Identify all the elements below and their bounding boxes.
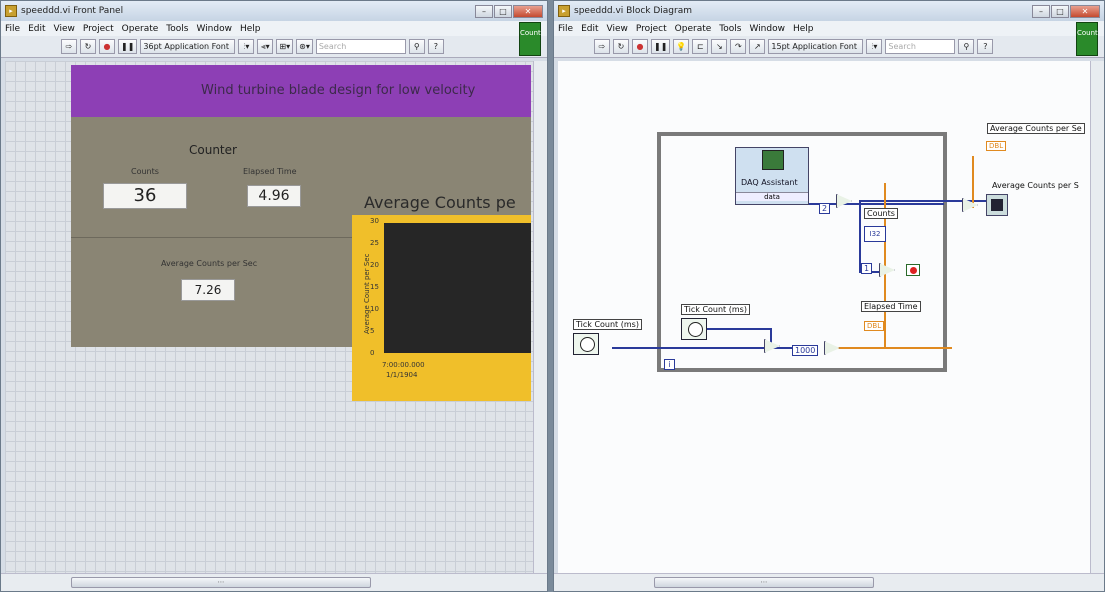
menu-project[interactable]: Project: [83, 24, 114, 34]
ytick: 25: [370, 239, 379, 247]
elapsed-time-label: Elapsed Time: [243, 167, 297, 176]
resize-icon[interactable]: ⊞▾: [276, 39, 294, 54]
menu-operate[interactable]: Operate: [122, 24, 159, 34]
search-icon[interactable]: ⚲: [408, 39, 425, 54]
menu-view[interactable]: View: [54, 24, 75, 34]
wire: [859, 200, 947, 202]
chart-x-time: 7:00:00.000: [382, 361, 425, 369]
wire: [612, 347, 817, 349]
banner-title: Wind turbine blade design for low veloci…: [71, 65, 531, 117]
font-selector[interactable]: 36pt Application Font: [140, 39, 236, 54]
tick-count-label: Tick Count (ms): [573, 319, 642, 330]
chart-plot-area: [384, 223, 531, 353]
numeric-constant[interactable]: 1000: [792, 345, 819, 356]
numeric-constant[interactable]: 1: [861, 263, 873, 274]
abort-icon[interactable]: ●: [99, 39, 115, 54]
daq-data-terminal: data: [736, 192, 808, 201]
ytick: 0: [370, 349, 375, 357]
elapsed-time-terminal[interactable]: DBL: [864, 321, 885, 331]
waveform-chart-terminal[interactable]: [986, 194, 1008, 216]
elapsed-time-indicator: 4.96: [247, 185, 301, 207]
avg-counts-chart-label: Average Counts per S: [992, 181, 1079, 190]
avg-counts-terminal[interactable]: DBL: [986, 141, 1007, 151]
tick-count-icon[interactable]: [681, 318, 707, 340]
front-panel-hscroll-thumb[interactable]: ⋯: [71, 577, 371, 588]
reorder-icon[interactable]: ⊛▾: [296, 39, 313, 54]
elapsed-time-label: Elapsed Time: [861, 301, 921, 312]
block-diagram-window: ▸ speeddd.vi Block Diagram – □ ✕ File Ed…: [553, 0, 1105, 592]
loop-iteration-terminal: i: [664, 359, 675, 370]
daq-assistant-node[interactable]: DAQ Assistant data: [735, 147, 809, 205]
ytick: 10: [370, 305, 379, 313]
run-continuously-icon[interactable]: ↻: [80, 39, 96, 54]
wire: [837, 347, 952, 349]
block-diagram-hscroll[interactable]: ⋯: [554, 573, 1104, 591]
menu-file[interactable]: File: [5, 24, 20, 34]
pause-icon[interactable]: ❚❚: [118, 39, 138, 54]
wire: [859, 200, 861, 272]
maximize-button[interactable]: □: [494, 4, 512, 18]
vi-icon-badge: Count: [519, 22, 541, 56]
front-panel-hscroll[interactable]: ⋯: [1, 573, 547, 591]
chart-x-date: 1/1/1904: [386, 371, 418, 379]
counter-title: Counter: [189, 143, 237, 157]
front-panel-window: ▸ speeddd.vi Front Panel – □ ✕ File Edit…: [0, 0, 548, 592]
front-panel-vscroll[interactable]: [533, 61, 547, 573]
search-input[interactable]: Search: [315, 39, 406, 54]
front-panel-title: speeddd.vi Front Panel: [21, 6, 124, 16]
avg-counts-label: Average Counts per Sec: [161, 259, 258, 268]
help-icon[interactable]: ?: [427, 39, 444, 54]
numeric-constant[interactable]: 2: [819, 203, 831, 214]
ytick: 15: [370, 283, 379, 291]
distribute-icon[interactable]: ⫷▾: [257, 39, 274, 54]
ytick: 30: [370, 217, 379, 225]
ytick: 20: [370, 261, 379, 269]
counts-label: Counts: [864, 208, 898, 219]
run-arrow-icon[interactable]: ⇨: [61, 39, 77, 54]
block-diagram-vscroll[interactable]: [1090, 61, 1104, 573]
front-panel-toolbar: ⇨ ↻ ● ❚❚ 36pt Application Font ⫶▾ ⫷▾ ⊞▾ …: [1, 22, 547, 58]
panel-divider: [71, 237, 356, 238]
daq-assistant-title: DAQ Assistant: [741, 178, 798, 187]
counts-indicator: 36: [103, 183, 187, 209]
block-diagram-hscroll-thumb[interactable]: ⋯: [654, 577, 874, 588]
menu-window[interactable]: Window: [196, 24, 232, 34]
chart-yticks: 30 25 20 15 10 5 0: [370, 217, 384, 357]
front-panel-menubar: File Edit View Project Operate Tools Win…: [1, 21, 547, 36]
stop-icon: [910, 267, 917, 274]
counts-terminal[interactable]: I32: [864, 226, 886, 242]
labview-vi-icon: ▸: [5, 5, 17, 17]
tick-count-label: Tick Count (ms): [681, 304, 750, 315]
stop-terminal[interactable]: [906, 264, 920, 276]
ytick: 5: [370, 327, 375, 335]
front-panel-titlebar[interactable]: ▸ speeddd.vi Front Panel – □ ✕: [1, 1, 547, 21]
menu-help[interactable]: Help: [240, 24, 261, 34]
close-button[interactable]: ✕: [513, 4, 543, 18]
daq-assistant-icon: [762, 150, 784, 170]
block-diagram-content: i DAQ Assistant data 2 Counts I32 1 Tick…: [554, 1, 1104, 591]
chart-title: Average Counts pe: [364, 193, 516, 212]
average-counts-chart: Average Count per Sec 30 25 20 15 10 5 0…: [352, 215, 531, 401]
counts-label: Counts: [131, 167, 159, 176]
wire: [707, 328, 772, 330]
avg-counts-label: Average Counts per Se: [987, 123, 1085, 134]
tick-count-icon[interactable]: [573, 333, 599, 355]
chart-icon: [991, 199, 1003, 211]
wire: [972, 156, 974, 208]
menu-tools[interactable]: Tools: [166, 24, 188, 34]
avg-counts-indicator: 7.26: [181, 279, 235, 301]
menu-edit[interactable]: Edit: [28, 24, 45, 34]
minimize-button[interactable]: –: [475, 4, 493, 18]
align-icon[interactable]: ⫶▾: [238, 39, 255, 54]
